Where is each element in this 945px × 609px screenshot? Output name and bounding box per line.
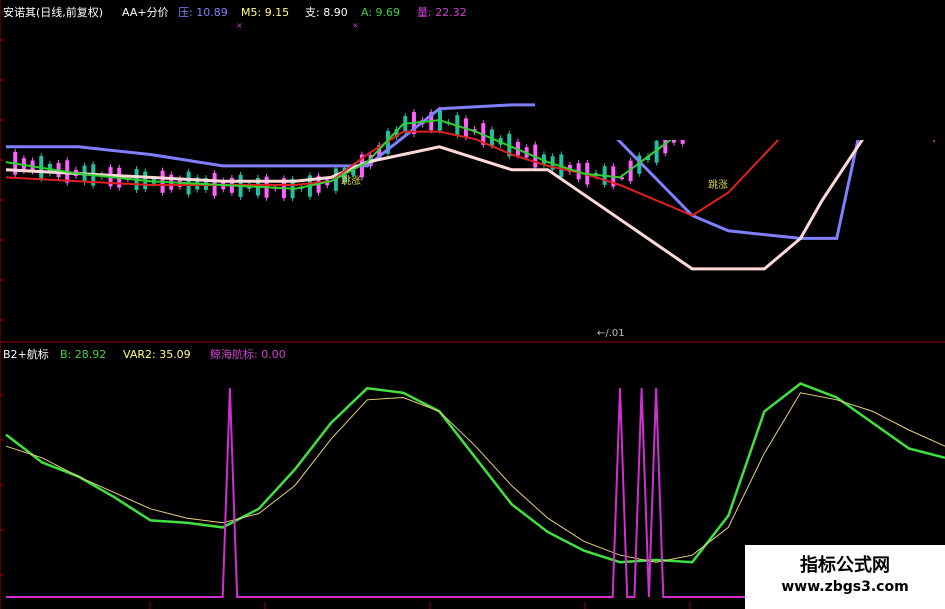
chart-title: 安诺其(日线,前复权) (3, 5, 103, 19)
marker-x-2: × (352, 21, 359, 30)
price-legend-item-0: 压: 10.89 (178, 6, 228, 19)
indicator-legend: B: 28.92 VAR2: 35.09 鲸海航标: 0.00 (60, 347, 286, 361)
indicator-legend-item-2: 鲸海航标: 0.00 (210, 347, 286, 361)
price-panel-grid (0, 39, 4, 321)
price-legend: 压: 10.89 M5: 9.15 支: 8.90 A: 9.69 量: 22.32 (178, 6, 467, 19)
indicator-legend-item-0: B: 28.92 (60, 348, 106, 361)
price-legend-item-1: M5: 9.15 (241, 6, 289, 19)
indicator-line-var2_line (5, 392, 945, 563)
mask-middle (247, 278, 697, 328)
indicator-panel-grid (0, 394, 4, 576)
mask-top-right (535, 0, 945, 140)
indicator-line-b_line (5, 382, 945, 564)
indicator-panel-title: B2+航标 (3, 347, 49, 361)
price-legend-item-3: A: 9.69 (361, 6, 400, 19)
buy-signal-label-2: 跳涨 (708, 178, 728, 191)
price-legend-item-2: 支: 8.90 (305, 6, 348, 19)
indicator-legend-item-1: VAR2: 35.09 (123, 348, 191, 361)
watermark-url: www.zbgs3.com (781, 579, 909, 595)
watermark: 指标公式网 www.zbgs3.com (745, 545, 945, 609)
arrow-annotation: ←/.01 (597, 328, 625, 339)
marker-x-1: × (236, 21, 243, 30)
price-legend-item-4: 量: 22.32 (417, 6, 467, 19)
buy-signal-label: 跳涨 (341, 174, 361, 187)
indicator-name: AA+分价 (122, 6, 169, 19)
price-line-support (5, 122, 945, 271)
stock-chart[interactable]: 安诺其(日线,前复权) AA+分价 压: 10.89 M5: 9.15 支: 8.9… (0, 0, 945, 609)
watermark-title: 指标公式网 (800, 555, 890, 576)
x-axis (149, 602, 691, 609)
